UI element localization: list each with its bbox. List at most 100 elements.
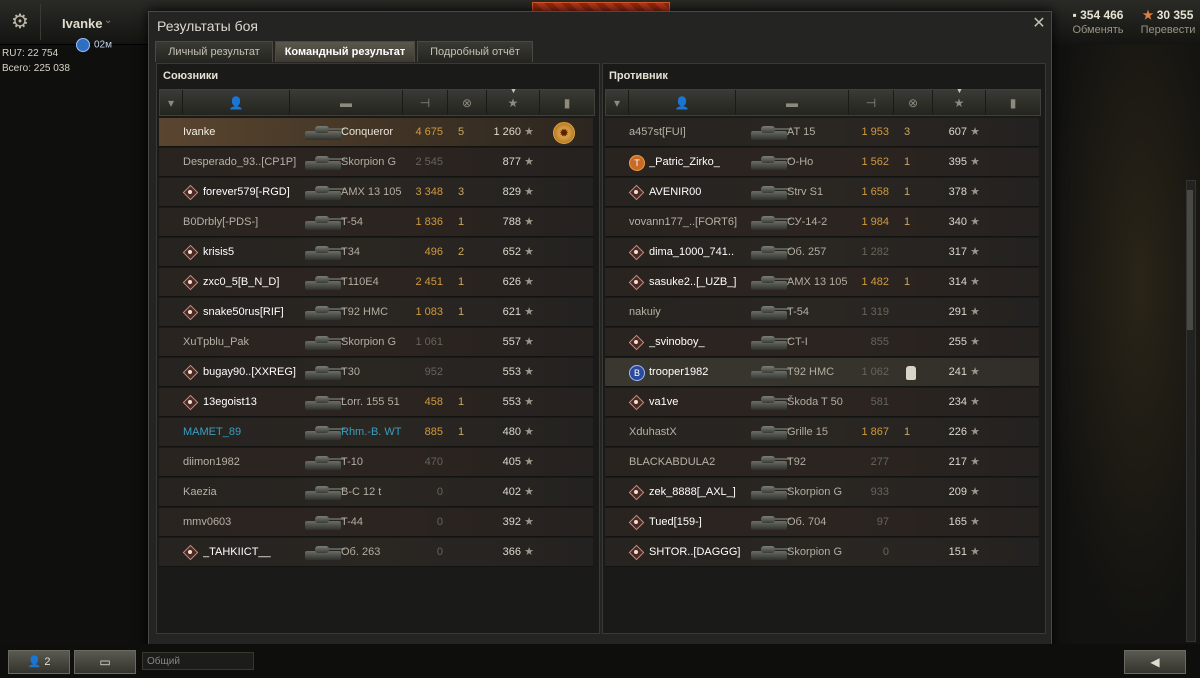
star-icon: ★ [524,366,534,378]
table-row[interactable]: SHTOR..[DAGGG] Skorpion G 0 151 ★ [605,538,1039,567]
convert-label[interactable]: Перевести [1136,24,1200,36]
kills-value [901,388,913,416]
damage-value: 277 [870,456,889,468]
dialog-title: Результаты боя [157,18,259,34]
kills-value: 1 [903,156,911,168]
star-icon: ★ [524,276,534,288]
medal-header-icon[interactable]: ▮ [540,90,594,115]
close-icon[interactable]: ✕ [1031,16,1047,32]
star-icon: ★ [524,306,534,318]
tab-detailed[interactable]: Подробный отчёт [417,41,533,62]
chat-button[interactable]: ▭ [74,650,136,674]
vehicle-header-icon[interactable]: ▬ [290,90,403,115]
table-row[interactable]: sasuke2..[_UZB_] AMX 13 105 1 482 1 314 ★ [605,268,1039,297]
table-row[interactable]: zxc0_5[B_N_D] T110E4 2 451 1 626 ★ [159,268,593,297]
table-row[interactable]: T _Patric_Zirko_ O-Ho 1 562 1 395 ★ [605,148,1039,177]
table-row[interactable]: XduhastX Grille 15 1 867 1 226 ★ [605,418,1039,447]
table-row[interactable]: forever579[-RGD] AMX 13 105 3 348 3 829 ★ [159,178,593,207]
table-row[interactable]: Desperado_93..[CP1P] Skorpion G2 545 877 ★ [159,148,593,177]
damage-value: 933 [870,486,889,498]
xp-value: 553 [502,366,521,378]
table-row[interactable]: bugay90..[XXREG] T30 952 553 ★ [159,358,593,387]
xp-value: 621 [502,306,521,318]
tab-team[interactable]: Командный результат [275,41,415,62]
table-row[interactable]: Ivanke Conqueror 4 675 5 1 260 ★ ✹ [159,118,593,147]
star-icon: ★ [970,456,980,468]
table-row[interactable]: diimon1982 T-10 470 405 ★ [159,448,593,477]
friends-button[interactable]: 👤 2 [8,650,70,674]
mouse-cursor-icon [906,366,916,380]
damage-value: 97 [876,516,889,528]
credits-icon: ▪ [1072,8,1081,22]
settings-gear-icon[interactable]: ⚙ [8,10,32,34]
damage-value: 0 [436,486,443,498]
exchange-label[interactable]: Обменять [1064,24,1132,36]
xp-value: 217 [948,456,967,468]
credits-block[interactable]: ▪ 354 466 Обменять [1064,8,1132,36]
damage-value: 885 [424,426,443,438]
scrollbar-thumb[interactable] [1187,190,1193,330]
table-row[interactable]: Btrooper1982 T92 HMC 1 062 241 ★ [605,358,1039,387]
tank-icon [297,420,347,444]
table-row[interactable]: MAMET_89 Rhm.-B. WT 885 1 480 ★ [159,418,593,447]
xp-value: 480 [502,426,521,438]
kills-value [901,238,913,266]
medal-icon[interactable]: ✹ [553,122,575,144]
xp-value: 378 [948,186,967,198]
table-row[interactable]: snake50rus[RIF] T92 HMC 1 083 1 621 ★ [159,298,593,327]
xp-header-icon[interactable]: ▼ ★ [487,88,540,115]
medal-header-icon[interactable]: ▮ [986,90,1040,115]
credits-value: 354 466 [1080,8,1124,22]
xp-header-icon[interactable]: ▼ ★ [933,88,986,115]
star-icon: ★ [524,126,534,138]
player-header-icon[interactable]: 👤 [629,90,736,115]
total-stat: Всего: 225 038 [2,63,70,74]
damage-header-icon[interactable]: ⊣ [403,90,448,115]
table-row[interactable]: 13egoist13 Lorr. 155 51 458 1 553 ★ [159,388,593,417]
damage-header-icon[interactable]: ⊣ [849,90,894,115]
table-row[interactable]: va1ve Škoda T 50 581 234 ★ [605,388,1039,417]
table-row[interactable]: zek_8888[_AXL_] Skorpion G 933 209 ★ [605,478,1039,507]
table-row[interactable]: _svinoboy_ CT-I 855 255 ★ [605,328,1039,357]
table-row[interactable]: Kaezia B-C 12 t 0 402 ★ [159,478,593,507]
table-row[interactable]: AVENIR00 Strv S1 1 658 1 378 ★ [605,178,1039,207]
kills-value [455,448,467,476]
star-icon: ★ [524,336,534,348]
table-row[interactable]: dima_1000_741.. Об. 257 1 282 317 ★ [605,238,1039,267]
table-row[interactable]: _TAHKIICT__ Об. 263 0 366 ★ [159,538,593,567]
kills-header-icon[interactable]: ⊗ [894,90,933,115]
tank-icon [297,270,347,294]
table-row[interactable]: vovann177_..[FORT6] СУ-14-2 1 984 1 340 ★ [605,208,1039,237]
table-row[interactable]: nakuiy T-54 1 319 291 ★ [605,298,1039,327]
table-row[interactable]: a457st[FUI] AT 15 1 953 3 607 ★ [605,118,1039,147]
table-row[interactable]: XuTpblu_Pak Skorpion G1 061 557 ★ [159,328,593,357]
chat-input[interactable]: Общий [142,652,254,670]
damage-value: 1 083 [415,306,443,318]
kills-value [455,328,467,356]
table-row[interactable]: B0Drbly[-PDS-] T-54 1 836 1 788 ★ [159,208,593,237]
table-row[interactable]: mmv0603 T-44 0 392 ★ [159,508,593,537]
clan-icon [76,38,90,52]
tab-personal[interactable]: Личный результат [155,41,273,62]
tank-icon [297,180,347,204]
enemies-panel: Противник ▾ 👤 ▬ ⊣ ⊗ ▼ ★ ▮ a457st[FUI] AT 1… [602,63,1046,634]
kills-header-icon[interactable]: ⊗ [448,90,487,115]
xp-block[interactable]: ★ 30 355 Перевести [1136,8,1200,36]
xp-value: 151 [948,546,967,558]
vehicle-header-icon[interactable]: ▬ [736,90,849,115]
notifications-button[interactable]: ◀ [1124,650,1186,674]
squad-header-icon[interactable]: ▾ [160,90,183,115]
star-icon: ★ [970,276,980,288]
player-name[interactable]: Ivanke [62,16,102,31]
star-icon: ★ [524,396,534,408]
player-header-icon[interactable]: 👤 [183,90,290,115]
rank-badge-icon [628,544,645,561]
table-row[interactable]: krisis5 T34 496 2 652 ★ [159,238,593,267]
xp-value: 395 [948,156,967,168]
rank-badge-icon [182,394,199,411]
table-row[interactable]: Tued[159-] Об. 704 97 165 ★ [605,508,1039,537]
chevron-down-icon[interactable]: ⌄ [104,15,112,26]
table-row[interactable]: BLACKABDULA2 T92 277 217 ★ [605,448,1039,477]
kills-value: 1 [903,216,911,228]
squad-header-icon[interactable]: ▾ [606,90,629,115]
